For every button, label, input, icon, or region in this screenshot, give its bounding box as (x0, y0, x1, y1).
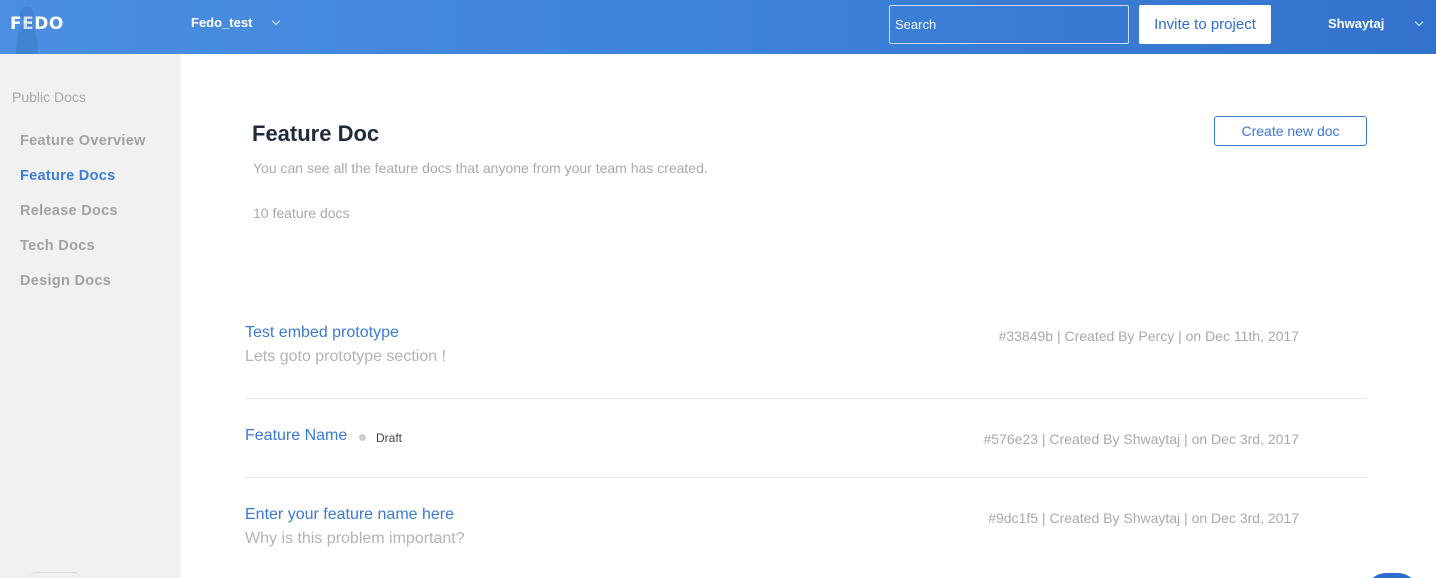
sidebar-item-tech-docs[interactable]: Tech Docs (20, 238, 95, 254)
chat-widget-button[interactable] (1366, 573, 1418, 578)
sidebar: Public Docs Feature Overview Feature Doc… (0, 54, 181, 578)
chevron-down-icon (1415, 17, 1424, 27)
user-menu[interactable]: Shwaytaj (1328, 16, 1424, 31)
doc-meta: #33849b | Created By Percy | on Dec 11th… (998, 328, 1299, 344)
sidebar-bottom-divider (30, 572, 80, 578)
sidebar-heading: Public Docs (12, 89, 86, 105)
chevron-down-icon (272, 16, 281, 26)
sidebar-item-release-docs[interactable]: Release Docs (20, 203, 118, 219)
sidebar-item-feature-docs[interactable]: Feature Docs (20, 168, 115, 184)
project-switcher[interactable]: Fedo_test (191, 15, 281, 30)
search-input[interactable] (889, 5, 1129, 44)
fedo-logo[interactable]: FEDO (10, 7, 64, 54)
project-name: Fedo_test (191, 15, 253, 30)
create-new-doc-button[interactable]: Create new doc (1214, 116, 1367, 146)
list-divider (245, 398, 1367, 399)
doc-meta: #576e23 | Created By Shwaytaj | on Dec 3… (983, 431, 1299, 447)
user-name: Shwaytaj (1328, 16, 1385, 31)
page-subtitle: You can see all the feature docs that an… (253, 160, 708, 176)
doc-title-link[interactable]: Feature Name (245, 427, 347, 445)
sidebar-item-feature-overview[interactable]: Feature Overview (20, 133, 146, 149)
list-divider (245, 477, 1367, 478)
status-badge: Draft (376, 431, 403, 445)
doc-description: Why is this problem important? (245, 530, 465, 547)
doc-title-link[interactable]: Test embed prototype (245, 324, 399, 342)
page-title: Feature Doc (252, 121, 380, 146)
status-dot (359, 434, 366, 441)
doc-title-link[interactable]: Enter your feature name here (245, 506, 454, 524)
doc-description: Lets goto prototype section ! (245, 348, 447, 365)
logo-mascot-icon (16, 7, 38, 54)
invite-to-project-button[interactable]: Invite to project (1139, 5, 1271, 44)
top-navigation-bar: FEDO Fedo_test Invite to project Shwayta… (0, 0, 1436, 54)
doc-count: 10 feature docs (253, 205, 350, 221)
sidebar-item-design-docs[interactable]: Design Docs (20, 273, 111, 289)
doc-meta: #9dc1f5 | Created By Shwaytaj | on Dec 3… (988, 510, 1299, 526)
